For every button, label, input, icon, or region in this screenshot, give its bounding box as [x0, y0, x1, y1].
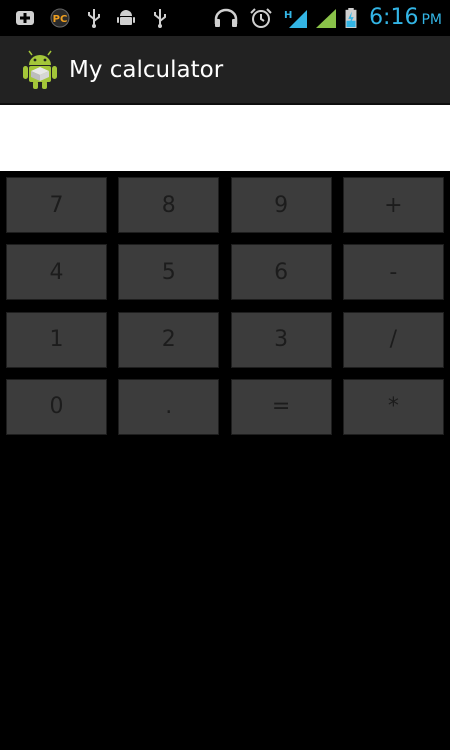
key-1[interactable]: 1 [6, 311, 107, 368]
key-2[interactable]: 2 [118, 311, 220, 368]
svg-text:H: H [284, 10, 292, 21]
divide-button[interactable]: / [342, 311, 444, 368]
multiply-button[interactable]: * [342, 378, 444, 435]
equals-button[interactable]: = [230, 378, 332, 435]
key-5[interactable]: 5 [118, 244, 220, 301]
svg-text:PC: PC [53, 14, 68, 25]
headphones-icon [214, 8, 238, 27]
key-0[interactable]: 0 [6, 378, 107, 435]
battery-charging-icon [345, 8, 357, 28]
keypad: 7 8 9 + 4 5 6 - 1 2 3 / 0 . = * [6, 177, 444, 435]
action-bar: My calculator [0, 36, 450, 105]
key-7[interactable]: 7 [6, 177, 107, 233]
status-clock: 6:16 PM [369, 5, 442, 30]
alarm-icon [250, 8, 272, 28]
add-button[interactable]: + [342, 177, 444, 233]
decimal-button[interactable]: . [118, 378, 220, 435]
key-4[interactable]: 4 [6, 244, 107, 301]
cell-signal-icon [316, 9, 336, 28]
pc-connect-icon: PC [50, 8, 70, 28]
key-3[interactable]: 3 [230, 311, 332, 368]
key-8[interactable]: 8 [118, 177, 220, 233]
subtract-button[interactable]: - [342, 244, 444, 301]
key-9[interactable]: 9 [230, 177, 332, 233]
app-title: My calculator [69, 57, 224, 83]
usb-icon [88, 9, 100, 28]
android-app-icon[interactable] [22, 50, 58, 90]
add-notification-icon [16, 11, 34, 25]
android-debug-icon [117, 10, 135, 25]
calculator-display[interactable] [0, 105, 450, 171]
data-signal-icon: H [284, 10, 307, 28]
key-6[interactable]: 6 [230, 244, 332, 301]
usb-icon [154, 9, 166, 28]
status-bar: PC H 6:16 PM [0, 0, 450, 36]
